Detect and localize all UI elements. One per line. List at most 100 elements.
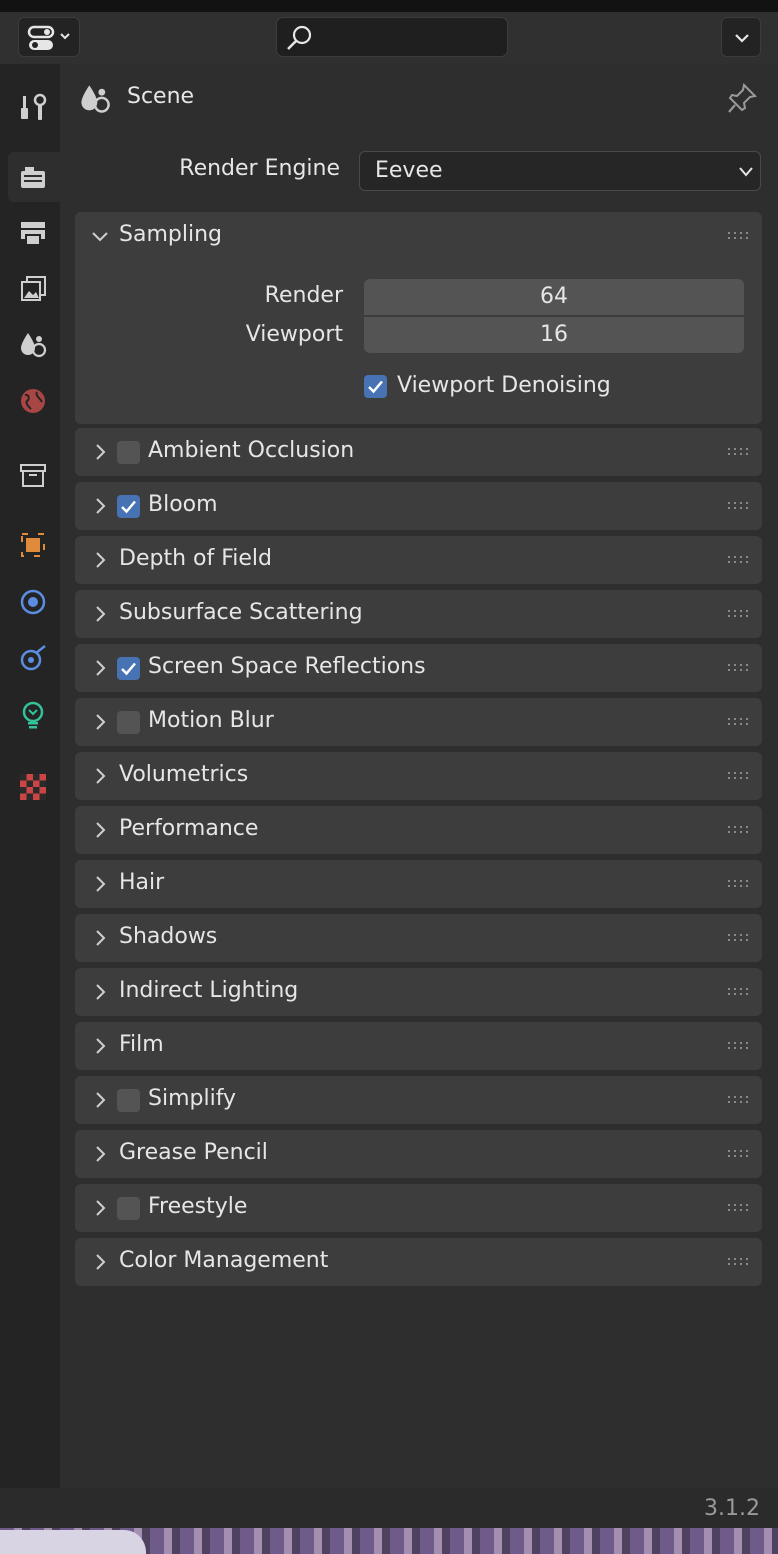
panel-grease-pencil[interactable]: Grease Pencil xyxy=(75,1130,762,1178)
panel-title[interactable]: Freestyle xyxy=(148,1194,247,1219)
chevron-right-icon[interactable] xyxy=(90,820,110,840)
panel-title[interactable]: Color Management xyxy=(119,1248,328,1273)
panel-freestyle[interactable]: Freestyle xyxy=(75,1184,762,1232)
render-samples-field[interactable]: 64 xyxy=(364,279,744,315)
chevron-right-icon[interactable] xyxy=(90,1036,110,1056)
panel-enable-checkbox[interactable] xyxy=(117,495,140,518)
chevron-right-icon[interactable] xyxy=(90,604,110,624)
viewport-denoising-checkbox[interactable] xyxy=(364,375,387,398)
tab-render[interactable] xyxy=(8,152,60,202)
tab-object[interactable] xyxy=(8,520,60,570)
panel-color-management[interactable]: Color Management xyxy=(75,1238,762,1286)
drag-grip-icon[interactable] xyxy=(728,933,750,943)
panel-bloom[interactable]: Bloom xyxy=(75,482,762,530)
panel-enable-checkbox[interactable] xyxy=(117,711,140,734)
panel-hair[interactable]: Hair xyxy=(75,860,762,908)
tab-tool[interactable] xyxy=(8,82,60,132)
drag-grip-icon[interactable] xyxy=(728,501,750,511)
chevron-right-icon[interactable] xyxy=(90,1198,110,1218)
panel-indirect-lighting[interactable]: Indirect Lighting xyxy=(75,968,762,1016)
render-engine-value: Eevee xyxy=(375,158,443,183)
tab-data[interactable] xyxy=(8,690,60,740)
drag-grip-icon[interactable] xyxy=(728,879,750,889)
drag-grip-icon[interactable] xyxy=(728,1095,750,1105)
chevron-right-icon[interactable] xyxy=(90,766,110,786)
drag-grip-icon[interactable] xyxy=(728,1041,750,1051)
tab-collection[interactable] xyxy=(8,450,60,500)
panel-motion-blur[interactable]: Motion Blur xyxy=(75,698,762,746)
tab-output[interactable] xyxy=(8,208,60,258)
chevron-right-icon[interactable] xyxy=(90,1144,110,1164)
render-engine-dropdown[interactable]: Eevee xyxy=(359,151,761,191)
drag-grip-icon[interactable] xyxy=(728,1257,750,1267)
panel-title[interactable]: Bloom xyxy=(148,492,218,517)
tab-constraints[interactable] xyxy=(8,633,60,683)
panel-title[interactable]: Depth of Field xyxy=(119,546,272,571)
panel-screen-space-reflections[interactable]: Screen Space Reflections xyxy=(75,644,762,692)
chevron-down-icon[interactable] xyxy=(90,226,110,246)
viewport-denoising-label[interactable]: Viewport Denoising xyxy=(397,373,611,398)
panel-title[interactable]: Shadows xyxy=(119,924,217,949)
panel-title[interactable]: Film xyxy=(119,1032,164,1057)
chevron-right-icon[interactable] xyxy=(90,442,110,462)
drag-grip-icon[interactable] xyxy=(728,825,750,835)
drag-grip-icon[interactable] xyxy=(728,1203,750,1213)
tab-view-layer[interactable] xyxy=(8,264,60,314)
chevron-right-icon[interactable] xyxy=(90,874,110,894)
chevron-right-icon[interactable] xyxy=(90,1090,110,1110)
panel-enable-checkbox[interactable] xyxy=(117,657,140,680)
drag-grip-icon[interactable] xyxy=(728,771,750,781)
tab-texture[interactable] xyxy=(8,762,60,812)
chevron-right-icon[interactable] xyxy=(90,982,110,1002)
chevron-down-icon xyxy=(739,167,753,177)
drag-grip-icon[interactable] xyxy=(728,555,750,565)
chevron-right-icon[interactable] xyxy=(90,658,110,678)
panel-enable-checkbox[interactable] xyxy=(117,1089,140,1112)
tab-scene[interactable] xyxy=(8,320,60,370)
panel-title[interactable]: Ambient Occlusion xyxy=(148,438,354,463)
viewport-samples-field[interactable]: 16 xyxy=(364,317,744,353)
panel-title[interactable]: Performance xyxy=(119,816,258,841)
chevron-right-icon[interactable] xyxy=(90,496,110,516)
panel-title[interactable]: Subsurface Scattering xyxy=(119,600,363,625)
panel-shadows[interactable]: Shadows xyxy=(75,914,762,962)
search-field[interactable] xyxy=(276,17,508,57)
panel-title[interactable]: Motion Blur xyxy=(148,708,274,733)
panel-ambient-occlusion[interactable]: Ambient Occlusion xyxy=(75,428,762,476)
panel-title[interactable]: Indirect Lighting xyxy=(119,978,298,1003)
panel-title[interactable]: Screen Space Reflections xyxy=(148,654,426,679)
taskbar-tab[interactable] xyxy=(0,1530,146,1554)
chevron-right-icon[interactable] xyxy=(90,712,110,732)
chevron-right-icon[interactable] xyxy=(90,1252,110,1272)
panel-subsurface-scattering[interactable]: Subsurface Scattering xyxy=(75,590,762,638)
render-camera-icon xyxy=(21,167,45,188)
physics-circle-icon xyxy=(20,589,46,615)
drag-grip-icon[interactable] xyxy=(728,609,750,619)
panel-film[interactable]: Film xyxy=(75,1022,762,1070)
tab-modifiers[interactable] xyxy=(8,577,60,627)
editor-type-button[interactable] xyxy=(18,17,80,57)
tab-world[interactable] xyxy=(8,376,60,426)
panel-simplify[interactable]: Simplify xyxy=(75,1076,762,1124)
panel-performance[interactable]: Performance xyxy=(75,806,762,854)
panel-volumetrics[interactable]: Volumetrics xyxy=(75,752,762,800)
panel-depth-of-field[interactable]: Depth of Field xyxy=(75,536,762,584)
pin-icon[interactable] xyxy=(726,82,758,116)
header-options-button[interactable] xyxy=(721,17,761,57)
drag-grip-icon[interactable] xyxy=(728,447,750,457)
chevron-right-icon[interactable] xyxy=(90,928,110,948)
panel-title[interactable]: Hair xyxy=(119,870,164,895)
checkmark-icon xyxy=(121,500,136,514)
panel-title[interactable]: Grease Pencil xyxy=(119,1140,268,1165)
panel-title[interactable]: Simplify xyxy=(148,1086,236,1111)
drag-grip-icon[interactable] xyxy=(728,717,750,727)
chevron-right-icon[interactable] xyxy=(90,550,110,570)
drag-grip-icon[interactable] xyxy=(728,231,750,241)
drag-grip-icon[interactable] xyxy=(728,1149,750,1159)
panel-enable-checkbox[interactable] xyxy=(117,441,140,464)
panel-title[interactable]: Sampling xyxy=(119,222,222,247)
drag-grip-icon[interactable] xyxy=(728,663,750,673)
panel-enable-checkbox[interactable] xyxy=(117,1197,140,1220)
panel-title[interactable]: Volumetrics xyxy=(119,762,248,787)
drag-grip-icon[interactable] xyxy=(728,987,750,997)
